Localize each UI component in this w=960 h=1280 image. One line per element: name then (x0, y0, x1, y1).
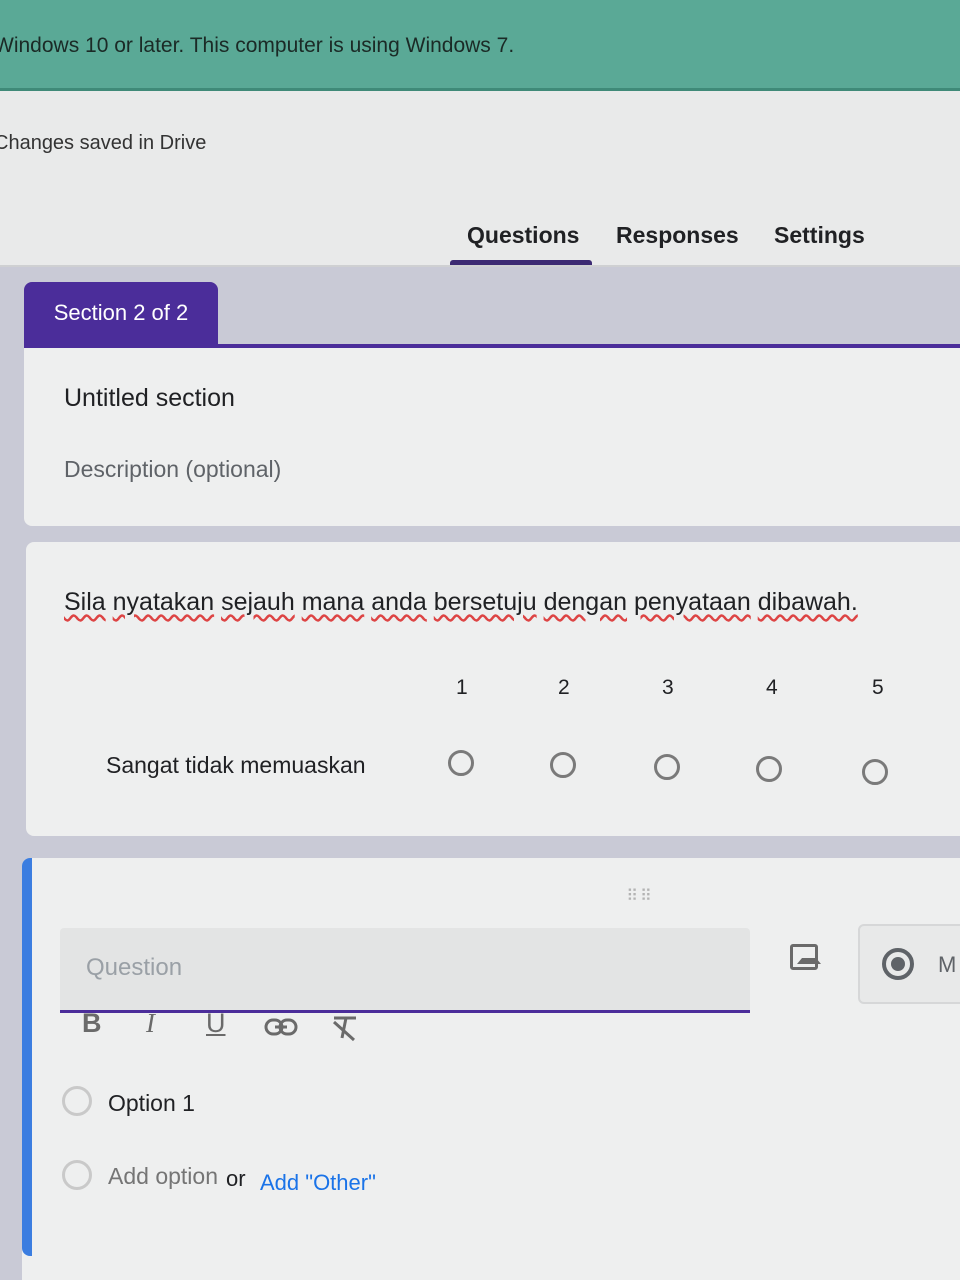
banner-text: Windows 10 or later. This computer is us… (0, 34, 515, 57)
tab-questions[interactable]: Questions (467, 222, 579, 249)
scale-radio-3[interactable] (654, 754, 680, 780)
section-description-field[interactable]: Description (optional) (64, 456, 281, 483)
scale-label-3: 3 (662, 676, 674, 699)
word: bersetuju (433, 588, 537, 616)
word: nyatakan (112, 588, 215, 616)
os-warning-banner: Windows 10 or later. This computer is us… (0, 0, 960, 91)
scale-label-2: 2 (558, 676, 570, 699)
add-option-radio-icon (62, 1160, 92, 1190)
word: dibawah. (757, 588, 858, 616)
clear-formatting-icon[interactable] (330, 1008, 360, 1049)
save-status: Changes saved in Drive (0, 132, 207, 154)
add-image-icon[interactable] (790, 944, 821, 970)
question-input[interactable]: Question (60, 928, 750, 1013)
scale-radio-1[interactable] (448, 750, 474, 776)
section-title[interactable]: Untitled section (64, 384, 235, 413)
question-title[interactable]: Sila nyatakan sejauh mana anda bersetuju… (64, 588, 858, 617)
word: mana (301, 588, 365, 616)
add-other-link[interactable]: Add "Other" (260, 1170, 376, 1196)
active-card-indicator (22, 858, 32, 1256)
scale-question-card[interactable]: Sila nyatakan sejauh mana anda bersetuju… (26, 542, 960, 836)
italic-icon[interactable]: I (146, 1008, 155, 1039)
word: anda (371, 588, 427, 616)
scale-radio-4[interactable] (756, 756, 782, 782)
question-placeholder: Question (86, 954, 183, 981)
option-1-input[interactable]: Option 1 (108, 1090, 195, 1117)
word: penyataan (633, 588, 751, 616)
section-header-card[interactable]: Untitled section Description (optional) (24, 344, 960, 526)
new-question-card[interactable]: ⠿⠿ Question B I U M Option 1 Add option … (22, 858, 960, 1280)
scale-label-5: 5 (872, 676, 884, 699)
question-type-dropdown[interactable]: M (858, 924, 960, 1004)
scale-label-1: 1 (456, 676, 468, 699)
tab-settings[interactable]: Settings (774, 222, 865, 249)
underline-icon[interactable]: U (206, 1008, 226, 1039)
word: sejauh (221, 588, 295, 616)
tab-responses[interactable]: Responses (616, 222, 739, 249)
question-type-label: M (938, 952, 957, 977)
add-option-input[interactable]: Add option (108, 1163, 218, 1190)
scale-row-label: Sangat tidak memuaskan (106, 752, 366, 778)
section-chip: Section 2 of 2 (24, 282, 218, 344)
scale-label-4: 4 (766, 676, 778, 699)
scale-radio-5[interactable] (862, 759, 888, 785)
link-icon[interactable] (264, 1008, 298, 1045)
or-text: or (226, 1166, 246, 1191)
scale-radio-2[interactable] (550, 752, 576, 778)
bold-icon[interactable]: B (82, 1008, 102, 1039)
option-radio-icon (62, 1086, 92, 1116)
drag-handle-icon[interactable]: ⠿⠿ (626, 886, 654, 906)
multiple-choice-icon (882, 948, 914, 980)
word: Sila (64, 588, 106, 616)
word: dengan (543, 588, 628, 616)
